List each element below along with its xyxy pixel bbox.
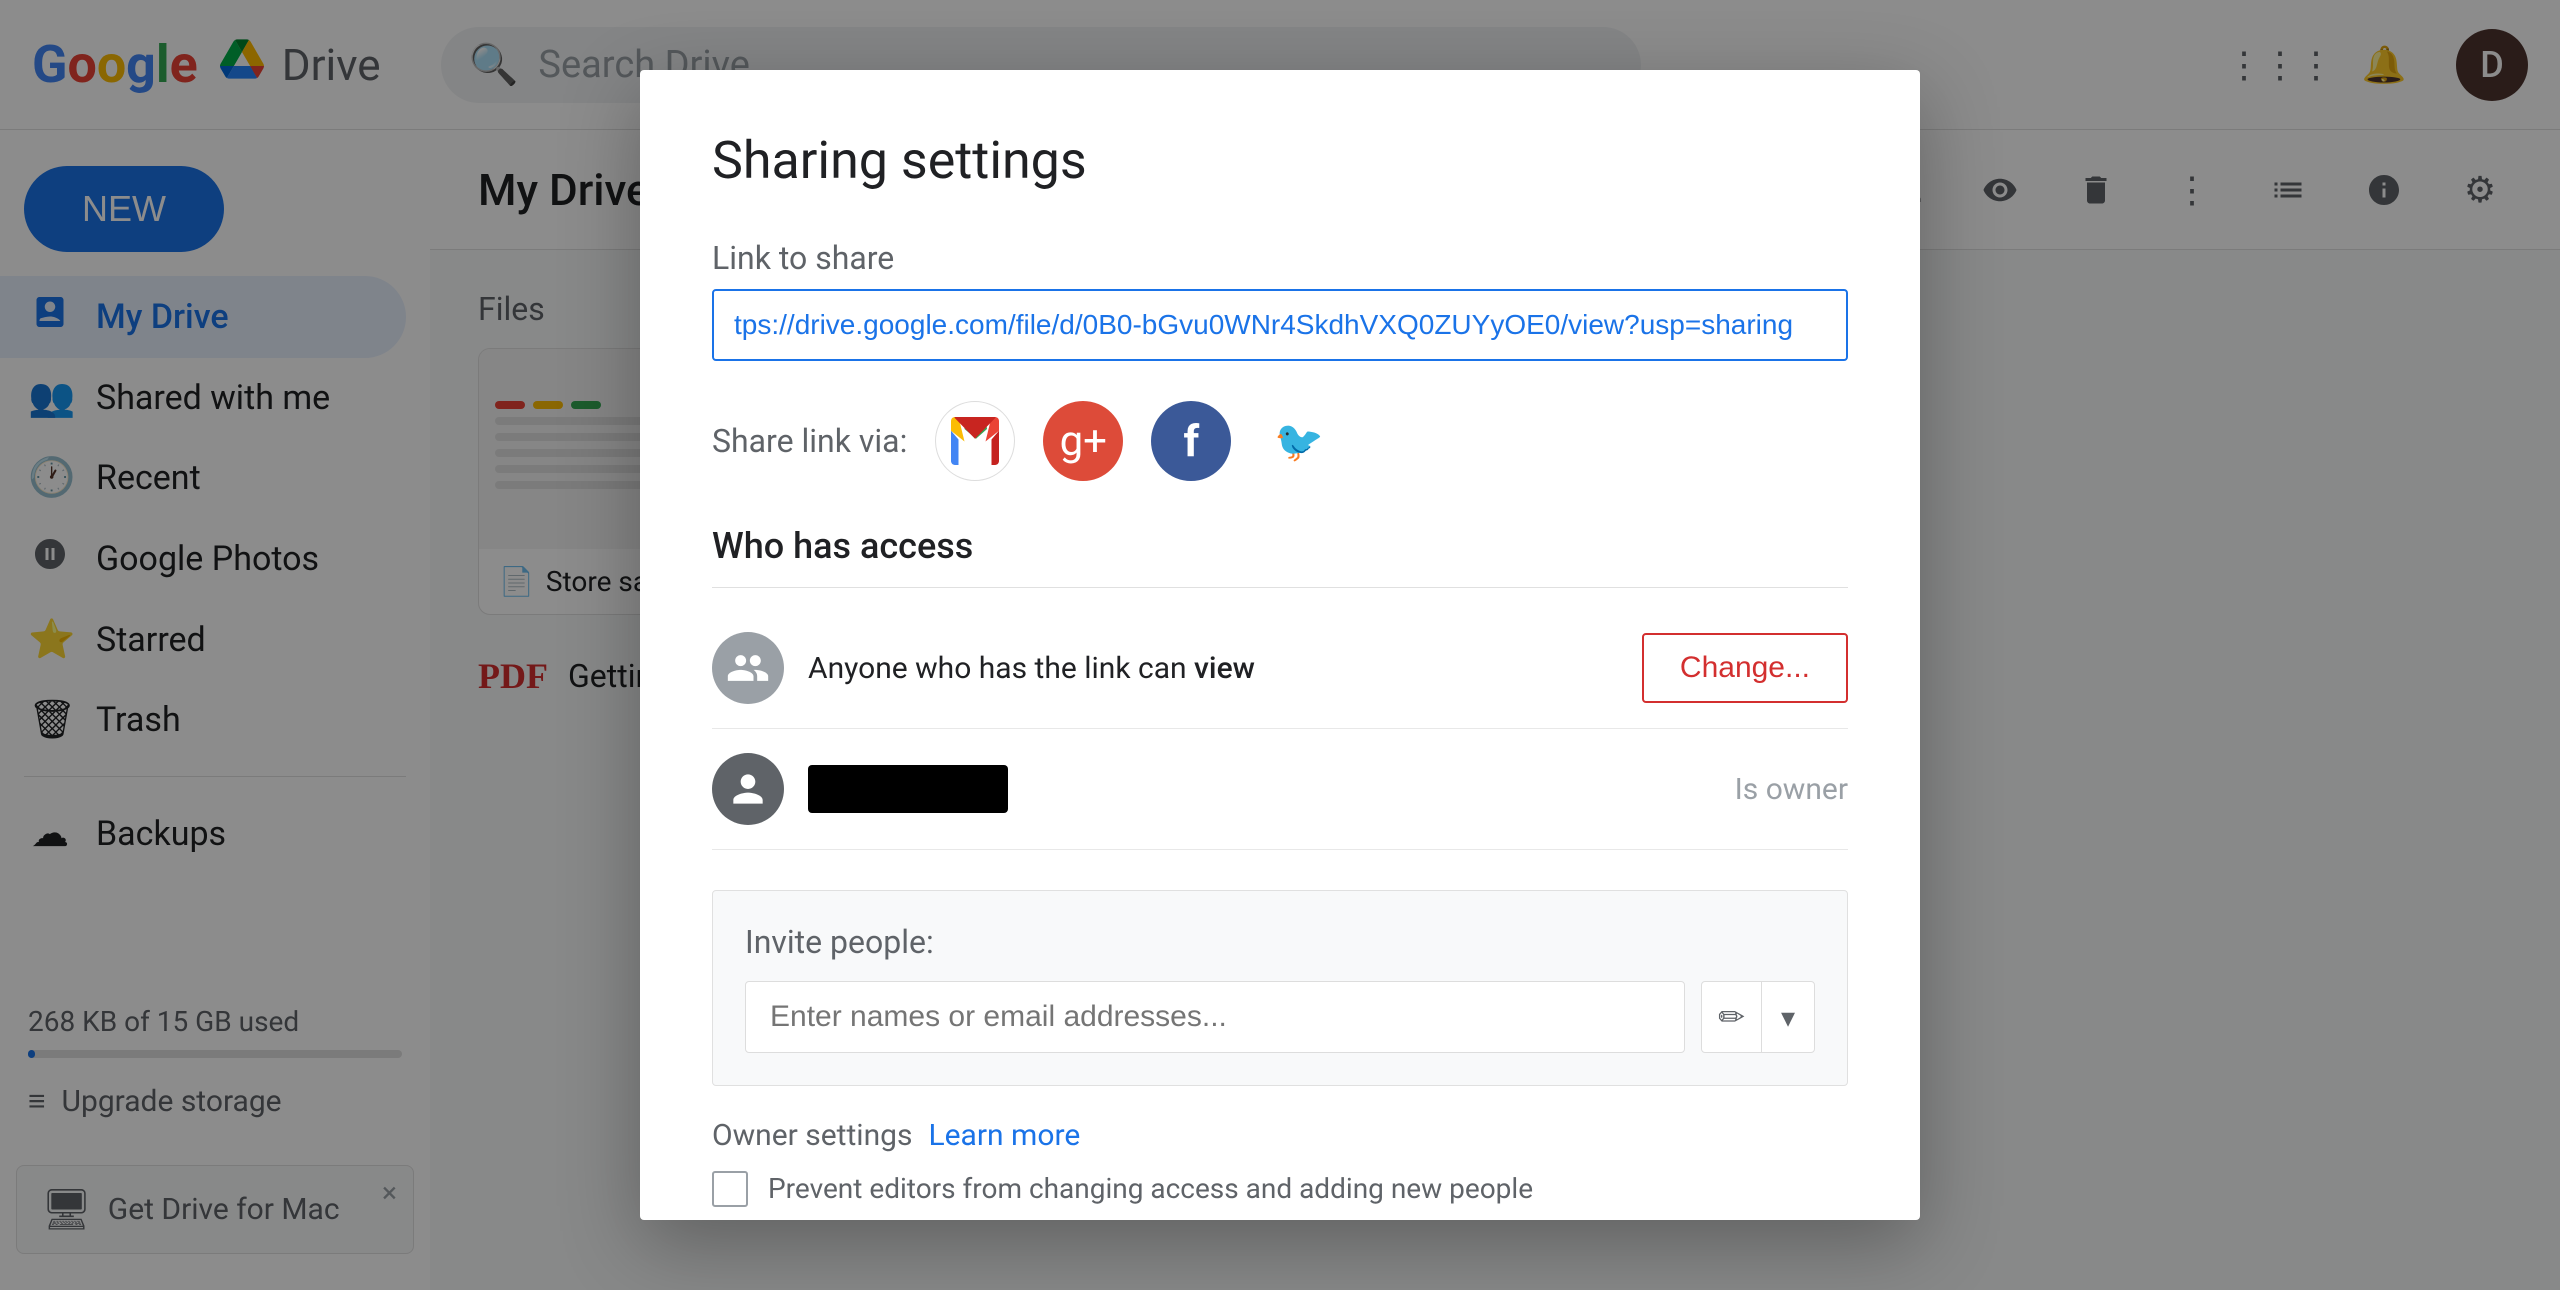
checkbox-prevent-editors-label: Prevent editors from changing access and… [768,1169,1533,1208]
modal-overlay[interactable]: Sharing settings Link to share Share lin… [0,0,2560,1290]
share-gplus-button[interactable]: g+ [1043,401,1123,481]
checkbox-prevent-editors[interactable] [712,1171,748,1207]
invite-input-row: ✏ ▾ [745,981,1815,1053]
change-access-button[interactable]: Change... [1642,633,1848,703]
access-divider [712,587,1848,588]
link-label: Link to share [712,239,1848,277]
share-facebook-button[interactable]: f [1151,401,1231,481]
invite-input[interactable] [745,981,1685,1053]
invite-label: Invite people: [745,923,1815,961]
owner-settings-label: Owner settings [712,1118,912,1153]
learn-more-link[interactable]: Learn more [928,1118,1080,1153]
owner-settings-row: Owner settings Learn more [712,1118,1848,1153]
who-has-access-title: Who has access [712,525,1848,567]
share-gmail-button[interactable] [935,401,1015,481]
checkbox-row-1: Prevent editors from changing access and… [712,1169,1848,1208]
owner-avatar [712,753,784,825]
link-access-row: Anyone who has the link can view Change.… [712,608,1848,729]
owner-name-redacted [808,765,1008,813]
owner-access-row: Is owner [712,729,1848,850]
link-section: Link to share [712,239,1848,361]
dropdown-arrow-icon: ▾ [1762,981,1814,1053]
owner-settings-section: Owner settings Learn more Prevent editor… [712,1118,1848,1220]
owner-role-label: Is owner [1735,772,1848,807]
modal-title: Sharing settings [712,130,1848,191]
link-access-info: Anyone who has the link can view [808,651,1618,686]
share-twitter-button[interactable]: 🐦 [1259,401,1339,481]
sharing-settings-modal: Sharing settings Link to share Share lin… [640,70,1920,1220]
access-description: Anyone who has the link can view [808,651,1255,686]
link-access-avatar [712,632,784,704]
invite-section: Invite people: ✏ ▾ [712,890,1848,1086]
link-input[interactable] [712,289,1848,361]
share-via-label: Share link via: [712,422,907,460]
invite-edit-button[interactable]: ✏ ▾ [1701,981,1815,1053]
share-via-section: Share link via: g+ f 🐦 [712,401,1848,481]
owner-info [808,765,1711,813]
edit-icon: ✏ [1702,981,1762,1053]
